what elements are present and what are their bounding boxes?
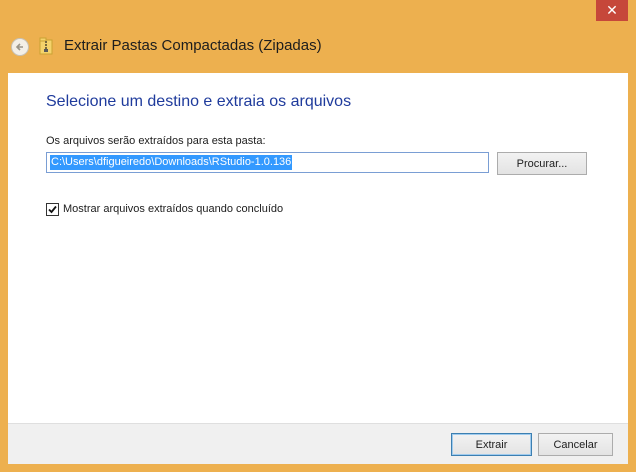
browse-button[interactable]: Procurar... bbox=[497, 152, 587, 175]
destination-path-value: C:\Users\dfigueiredo\Downloads\RStudio-1… bbox=[50, 155, 293, 170]
show-files-label: Mostrar arquivos extraídos quando conclu… bbox=[63, 203, 284, 215]
destination-path-input[interactable]: C:\Users\dfigueiredo\Downloads\RStudio-1… bbox=[46, 152, 489, 173]
zip-folder-icon bbox=[39, 37, 53, 55]
wizard-footer: Extrair Cancelar bbox=[8, 423, 628, 464]
checkmark-icon bbox=[48, 205, 57, 214]
back-button[interactable] bbox=[11, 38, 29, 56]
wizard-content: Selecione um destino e extraia os arquiv… bbox=[8, 73, 628, 423]
back-arrow-icon bbox=[15, 43, 23, 51]
destination-label: Os arquivos serão extraídos para esta pa… bbox=[46, 135, 266, 147]
page-heading: Selecione um destino e extraia os arquiv… bbox=[46, 93, 352, 110]
close-icon: ✕ bbox=[606, 2, 618, 19]
window-title: Extrair Pastas Compactadas (Zipadas) bbox=[64, 37, 322, 54]
show-files-checkbox[interactable] bbox=[46, 203, 59, 216]
wizard-header: Extrair Pastas Compactadas (Zipadas) bbox=[8, 30, 628, 70]
extract-button[interactable]: Extrair bbox=[451, 433, 532, 456]
cancel-button[interactable]: Cancelar bbox=[538, 433, 613, 456]
extract-wizard-window: ✕ Extrair Pastas Compactadas (Zipadas) S… bbox=[0, 0, 636, 472]
close-button[interactable]: ✕ bbox=[596, 0, 628, 21]
